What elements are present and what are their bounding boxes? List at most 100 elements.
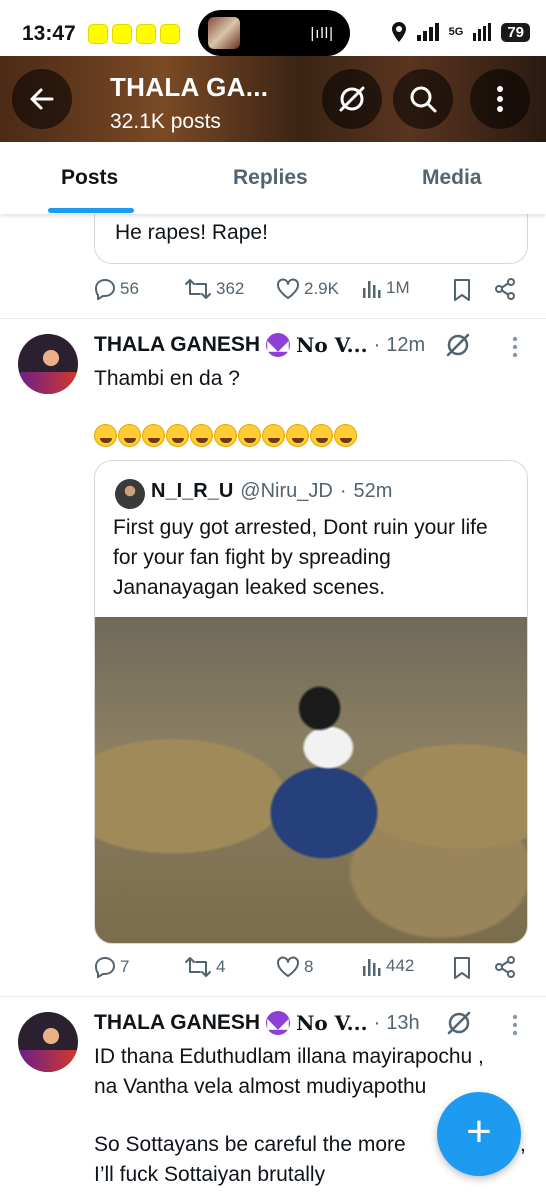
bookmark-button[interactable]: [452, 278, 472, 302]
laughing-emoji-icon: [94, 424, 117, 447]
avatar[interactable]: [18, 334, 78, 394]
repost-icon: [185, 957, 211, 977]
search-button[interactable]: [393, 69, 453, 129]
grinning-emoji-icon: [214, 424, 237, 447]
post-text-line: I’ll fuck Sottaiyan brutally: [94, 1163, 326, 1186]
dynamic-island[interactable]: |ıll|: [198, 10, 350, 56]
quoted-author-row: N_I_R_U @Niru_JD · 52m: [151, 480, 392, 503]
quoted-post-time: 52m: [353, 480, 393, 502]
repost-button[interactable]: 362: [184, 278, 244, 300]
avatar[interactable]: [115, 479, 145, 509]
now-playing-artwork: [208, 17, 240, 49]
author-name-suffix: No V...: [296, 1011, 368, 1035]
share-icon: [495, 278, 515, 300]
avatar[interactable]: [18, 1012, 78, 1072]
quoted-post-card[interactable]: N_I_R_U @Niru_JD · 52m First guy got arr…: [94, 460, 528, 944]
post-divider: [0, 996, 546, 997]
snapchat-icon: [136, 24, 156, 44]
reply-count: 7: [120, 957, 130, 976]
more-vertical-icon[interactable]: [512, 336, 518, 358]
more-vertical-icon: [497, 86, 503, 112]
post-divider: [0, 318, 546, 319]
bookmark-icon: [454, 279, 470, 301]
reply-count: 56: [120, 279, 139, 298]
search-icon: [410, 86, 437, 113]
location-icon: [391, 22, 406, 42]
bookmark-icon: [454, 957, 470, 979]
heart-icon: [277, 278, 299, 299]
profile-header: THALA GA... 32.1K posts: [0, 56, 546, 142]
repost-count: 4: [216, 957, 226, 976]
back-button[interactable]: [12, 69, 72, 129]
share-button[interactable]: [494, 278, 516, 300]
page-title: THALA GA...: [110, 72, 269, 102]
author-name[interactable]: THALA GANESH: [94, 333, 260, 357]
grinning-emoji-icon: [286, 424, 309, 447]
arrow-left-icon: [30, 88, 54, 110]
views-icon: [363, 959, 381, 976]
post-text-line: So Sottayans be careful the more: [94, 1133, 406, 1156]
post-author-row: THALA GANESH ◣◢ No V... · 13h: [94, 1010, 472, 1036]
reply-icon: [94, 278, 116, 300]
post-time-separator: ·: [373, 1011, 381, 1034]
post-time: 12m: [386, 333, 426, 356]
status-bar: 13:47 |ıll| 5G 79: [0, 0, 546, 64]
views-button[interactable]: 442: [362, 956, 414, 976]
snapchat-icon: [160, 24, 180, 44]
quoted-author-name[interactable]: N_I_R_U: [151, 480, 233, 503]
repost-icon: [185, 279, 211, 299]
grok-icon[interactable]: [445, 332, 471, 358]
more-vertical-icon[interactable]: [512, 1014, 518, 1036]
author-name-suffix: No V...: [296, 333, 368, 357]
quoted-post-text: First guy got arrested, Dont ruin your l…: [113, 516, 488, 599]
views-icon: [363, 281, 381, 298]
quoted-time-separator: ·: [339, 480, 347, 502]
like-count: 2.9K: [304, 279, 339, 298]
share-button[interactable]: [494, 956, 516, 978]
post-actions: 7 4 8 442: [94, 956, 524, 986]
more-options-button[interactable]: [470, 69, 530, 129]
snapchat-icon: [112, 24, 132, 44]
post-actions: 56 362 2.9K 1M: [94, 278, 524, 308]
share-icon: [495, 956, 515, 978]
emoji-row: [94, 424, 357, 447]
author-name[interactable]: THALA GANESH: [94, 1011, 260, 1035]
quoted-post-photo[interactable]: [95, 617, 527, 943]
like-count: 8: [304, 957, 314, 976]
grok-button[interactable]: [322, 69, 382, 129]
grinning-emoji-icon: [310, 424, 333, 447]
views-button[interactable]: 1M: [362, 278, 410, 298]
laughing-emoji-icon: [190, 424, 213, 447]
quoted-author-handle: @Niru_JD: [240, 480, 333, 502]
repost-count: 362: [216, 279, 245, 298]
bookmark-button[interactable]: [452, 956, 472, 980]
tab-replies[interactable]: Replies: [233, 166, 308, 190]
tab-media[interactable]: Media: [422, 166, 482, 190]
views-count: 442: [386, 956, 415, 975]
like-button[interactable]: 2.9K: [276, 278, 339, 300]
post-text-line: na Vantha vela almost mudiyapothu: [94, 1075, 427, 1098]
repost-button[interactable]: 4: [184, 956, 225, 978]
grok-icon[interactable]: [446, 1010, 472, 1036]
laughing-emoji-icon: [142, 424, 165, 447]
post-text-line: ID thana Eduthudlam illana mayirapochu ,: [94, 1045, 484, 1068]
devil-emoji-icon: ◣◢: [266, 333, 291, 357]
tab-posts[interactable]: Posts: [61, 166, 118, 190]
post-time-separator: ·: [373, 333, 381, 356]
grinning-emoji-icon: [238, 424, 261, 447]
reply-button[interactable]: 56: [94, 278, 139, 300]
network-label: 5G: [448, 25, 464, 38]
snapchat-icon: [88, 24, 108, 44]
quoted-post-text: He rapes! Rape!: [115, 221, 268, 244]
audio-wave-icon: |ıll|: [310, 25, 334, 42]
battery-level: 79: [501, 22, 530, 42]
views-count: 1M: [386, 278, 410, 297]
laughing-emoji-icon: [166, 424, 189, 447]
compose-post-button[interactable]: +: [437, 1092, 521, 1176]
reply-button[interactable]: 7: [94, 956, 129, 978]
grok-icon: [339, 86, 365, 112]
like-button[interactable]: 8: [276, 956, 313, 978]
devil-emoji-icon: ◣◢: [266, 1011, 291, 1035]
post-author-row: THALA GANESH ◣◢ No V... · 12m: [94, 332, 471, 358]
signal-icon: [416, 23, 439, 41]
